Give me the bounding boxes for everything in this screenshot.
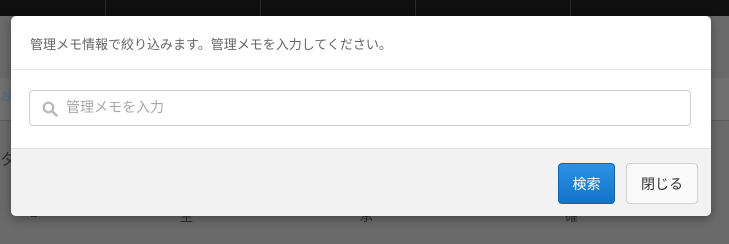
memo-search-field[interactable] [29,90,691,126]
dialog-description: 管理メモ情報で絞り込みます。管理メモを入力してください。 [30,38,392,53]
memo-search-input[interactable] [66,91,676,125]
background-topbar [0,0,729,16]
dialog-footer: 検索 閉じる [11,148,711,216]
dialog-body [11,70,711,148]
dialog-header: 管理メモ情報で絞り込みます。管理メモを入力してください。 [11,16,711,70]
search-icon [42,101,58,117]
memo-filter-dialog: 管理メモ情報で絞り込みます。管理メモを入力してください。 検索 閉じる [11,16,711,216]
background-text: お [0,90,11,103]
close-button[interactable]: 閉じる [626,163,698,204]
search-button[interactable]: 検索 [558,163,615,204]
